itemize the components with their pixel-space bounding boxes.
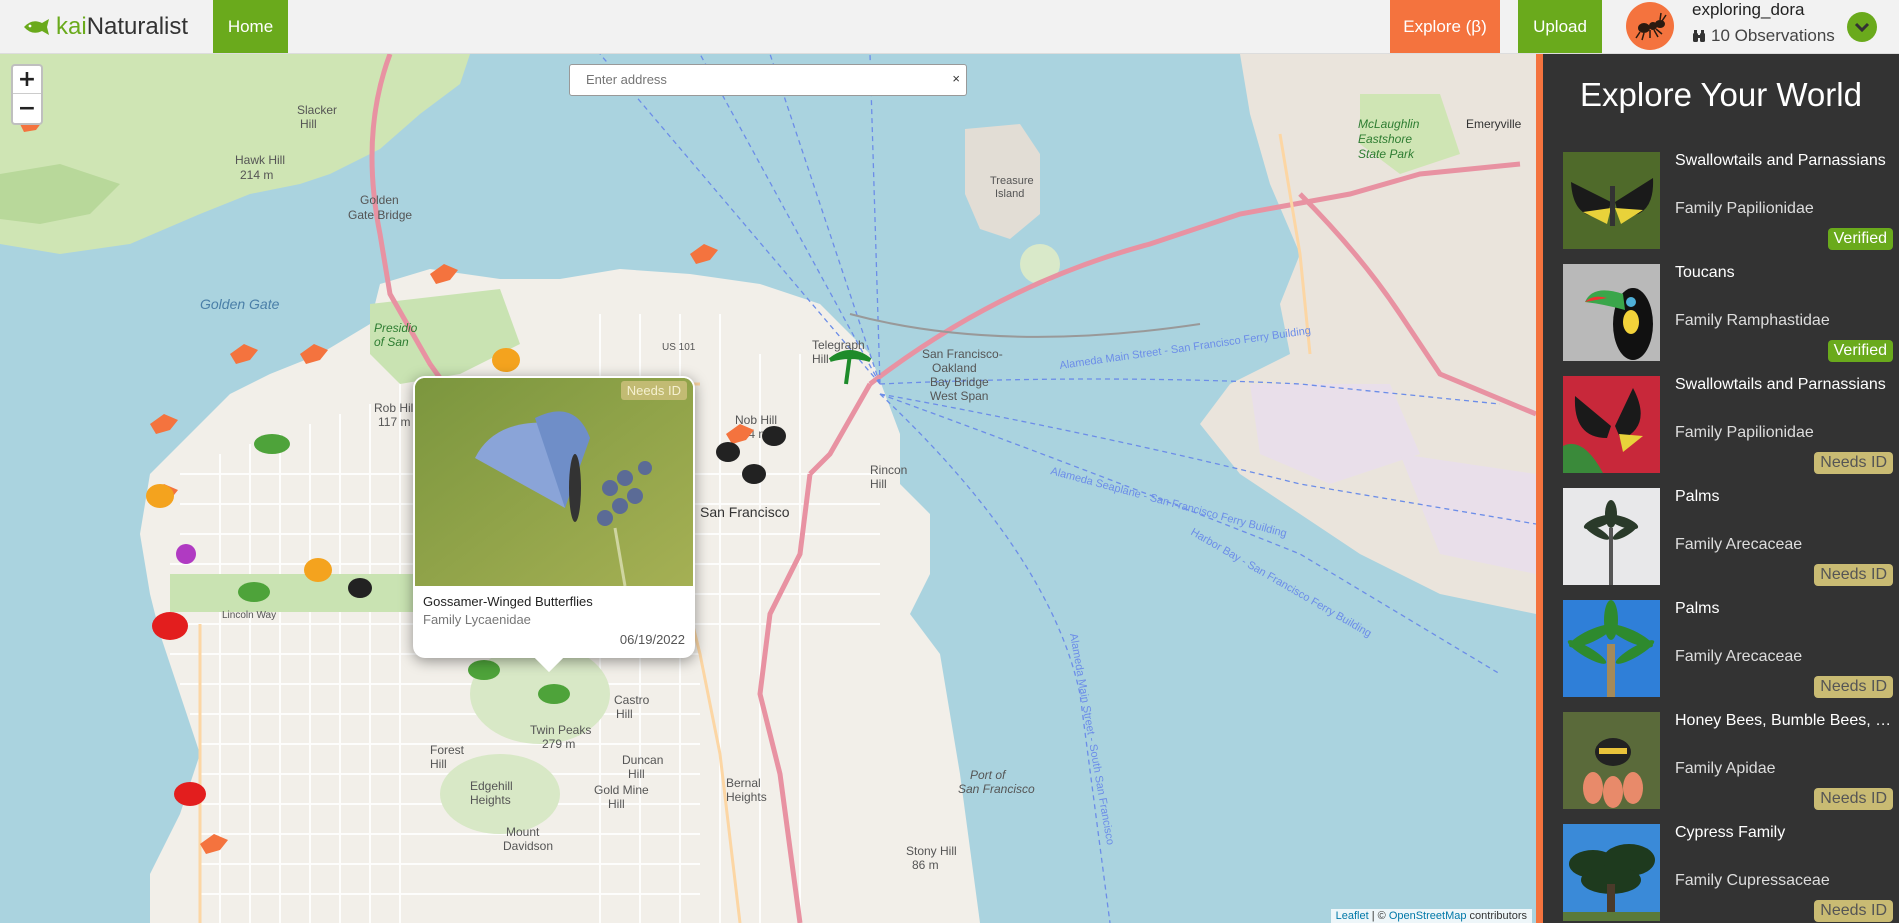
card-name[interactable]: Swallowtails and Parnassians bbox=[1675, 376, 1895, 394]
palm-thumb-icon bbox=[1563, 488, 1660, 585]
user-menu-toggle[interactable] bbox=[1847, 12, 1877, 42]
card-thumbnail[interactable] bbox=[1563, 712, 1660, 809]
palm-marker-icon bbox=[828, 350, 872, 385]
flower-marker-icon bbox=[176, 544, 196, 564]
explore-sidebar: Explore Your World Swallowtails and Parn… bbox=[1536, 54, 1899, 923]
observation-card[interactable]: Honey Bees, Bumble Bees, and Allies Fami… bbox=[1563, 712, 1895, 810]
popup-date: 06/19/2022 bbox=[619, 632, 685, 647]
popup-taxon-name[interactable]: Gossamer-Winged Butterflies bbox=[423, 594, 593, 609]
binoculars-icon bbox=[1693, 30, 1705, 42]
address-search: × bbox=[569, 64, 967, 96]
map-canvas[interactable]: Golden Gate Golden Gate Bridge Hawk Hill 2… bbox=[0, 54, 1536, 923]
attribution-contrib: contributors bbox=[1466, 910, 1527, 922]
butterfly-red-thumb-icon bbox=[1563, 376, 1660, 473]
popup-family: Family Lycaenidae bbox=[423, 612, 531, 627]
status-badge: Needs ID bbox=[1814, 452, 1893, 474]
ant-avatar-icon bbox=[1635, 12, 1667, 41]
card-thumbnail[interactable] bbox=[1563, 824, 1660, 921]
observation-count-label: 10 Observations bbox=[1711, 26, 1835, 45]
top-navbar: kai Naturalist Home Explore (β) Upload ex… bbox=[0, 0, 1899, 54]
observation-card[interactable]: Toucans Family Ramphastidae Verified bbox=[1563, 264, 1893, 362]
logo-suffix: Naturalist bbox=[86, 13, 189, 40]
status-badge: Needs ID bbox=[1814, 564, 1893, 586]
card-family: Family Apidae bbox=[1675, 760, 1776, 777]
fish-icon bbox=[24, 19, 49, 35]
card-family: Family Cupressaceae bbox=[1675, 872, 1830, 889]
status-badge: Needs ID bbox=[620, 381, 687, 400]
card-family: Family Ramphastidae bbox=[1675, 312, 1830, 329]
osm-link[interactable]: OpenStreetMap bbox=[1389, 910, 1467, 922]
crab-marker-icon bbox=[152, 612, 206, 806]
upload-button[interactable]: Upload bbox=[1518, 0, 1602, 53]
card-thumbnail[interactable] bbox=[1563, 264, 1660, 361]
card-name[interactable]: Palms bbox=[1675, 488, 1895, 506]
card-family: Family Arecaceae bbox=[1675, 536, 1803, 553]
card-thumbnail[interactable] bbox=[1563, 152, 1660, 249]
attribution-sep: | © bbox=[1368, 910, 1389, 922]
observation-card[interactable]: Palms Family Arecaceae Needs ID bbox=[1563, 488, 1893, 586]
status-badge: Needs ID bbox=[1814, 788, 1893, 810]
card-family: Family Papilionidae bbox=[1675, 200, 1814, 217]
zoom-out-button[interactable]: − bbox=[13, 94, 41, 122]
cypress-thumb-icon bbox=[1563, 824, 1660, 921]
chevron-down-icon bbox=[1854, 22, 1870, 32]
toucan-thumb-icon bbox=[1563, 264, 1660, 361]
card-name[interactable]: Swallowtails and Parnassians bbox=[1675, 152, 1895, 170]
observation-photo[interactable] bbox=[415, 378, 693, 586]
status-badge: Needs ID bbox=[1814, 676, 1893, 698]
observation-card[interactable]: Palms Family Arecaceae Needs ID bbox=[1563, 600, 1893, 698]
card-thumbnail[interactable] bbox=[1563, 376, 1660, 473]
status-badge: Verified bbox=[1827, 340, 1893, 362]
card-name[interactable]: Honey Bees, Bumble Bees, and Allies bbox=[1675, 712, 1895, 730]
card-family: Family Papilionidae bbox=[1675, 424, 1814, 441]
bee-thumb-icon bbox=[1563, 712, 1660, 809]
card-name[interactable]: Toucans bbox=[1675, 264, 1895, 282]
card-name[interactable]: Cypress Family bbox=[1675, 824, 1895, 842]
observation-card[interactable]: Swallowtails and Parnassians Family Papi… bbox=[1563, 152, 1893, 250]
observation-markers[interactable] bbox=[0, 54, 1536, 923]
observation-count[interactable]: 10 Observations bbox=[1692, 26, 1835, 46]
avatar[interactable] bbox=[1626, 2, 1674, 50]
observation-card[interactable]: Swallowtails and Parnassians Family Papi… bbox=[1563, 376, 1893, 474]
leaflet-link[interactable]: Leaflet bbox=[1336, 910, 1369, 922]
butterfly-photo-icon bbox=[415, 378, 693, 586]
sidebar-title: Explore Your World bbox=[1580, 76, 1862, 113]
address-search-input[interactable] bbox=[570, 65, 930, 93]
home-button[interactable]: Home bbox=[213, 0, 288, 53]
card-family: Family Arecaceae bbox=[1675, 648, 1803, 665]
zoom-in-button[interactable]: + bbox=[13, 66, 41, 94]
card-thumbnail[interactable] bbox=[1563, 600, 1660, 697]
card-thumbnail[interactable] bbox=[1563, 488, 1660, 585]
card-name[interactable]: Palms bbox=[1675, 600, 1895, 618]
logo-prefix: kai bbox=[56, 13, 87, 40]
zoom-control: + − bbox=[11, 64, 43, 125]
status-badge: Verified bbox=[1827, 228, 1893, 250]
explore-button[interactable]: Explore (β) bbox=[1390, 0, 1500, 53]
map-attribution: Leaflet | © OpenStreetMap contributors bbox=[1330, 909, 1532, 923]
clear-search-button[interactable]: × bbox=[952, 71, 960, 86]
app-logo[interactable]: kai Naturalist bbox=[22, 12, 188, 42]
butterfly-thumb-icon bbox=[1563, 152, 1660, 249]
username: exploring_dora bbox=[1692, 0, 1805, 19]
observation-popup[interactable]: Needs ID Gossamer-Winged Butterflies Fam… bbox=[413, 376, 695, 673]
palm-blue-thumb-icon bbox=[1563, 600, 1660, 697]
status-badge: Needs ID bbox=[1814, 900, 1893, 922]
observation-card[interactable]: Cypress Family Family Cupressaceae Needs… bbox=[1563, 824, 1893, 922]
